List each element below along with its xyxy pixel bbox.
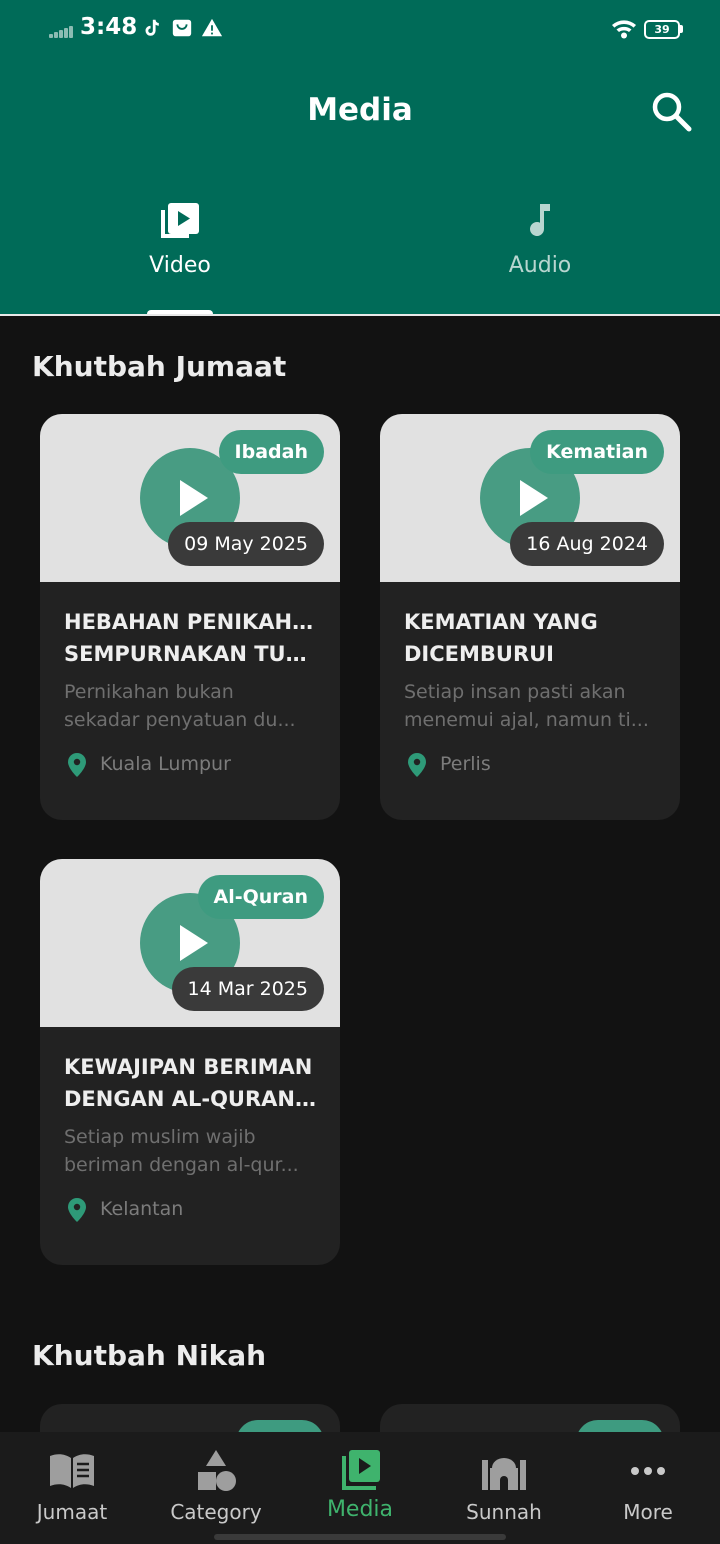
- tab-audio-label: Audio: [508, 253, 572, 278]
- media-card[interactable]: Ibadah 09 May 2025 HEBAHAN PENIKAHAN SEM…: [40, 414, 340, 820]
- card-description: Setiap insan pasti akan menemui ajal, na…: [404, 681, 649, 731]
- location-pin-icon: [408, 753, 426, 777]
- tiktok-icon: [145, 19, 159, 36]
- nav-label: More: [623, 1500, 673, 1524]
- status-time: 3:48: [80, 14, 138, 40]
- date-badge: 16 Aug 2024: [510, 522, 664, 566]
- nav-label: Media: [326, 1497, 394, 1522]
- category-badge: Ibadah: [218, 430, 324, 474]
- bottom-navigation: Jumaat Category Media Sunnah More: [0, 1432, 720, 1544]
- video-thumbnail[interactable]: Ibadah 09 May 2025: [40, 414, 340, 582]
- video-thumbnail[interactable]: Al-Quran 14 Mar 2025: [40, 859, 340, 1027]
- shop-icon: [172, 19, 192, 37]
- status-bar: 3:48 39: [0, 0, 720, 58]
- header-divider: [0, 314, 720, 316]
- nav-item-jumaat[interactable]: Jumaat: [0, 1432, 144, 1544]
- card-title: KEWAJIPAN BERIMAN DENGAN AL-QURAN ...: [64, 1055, 316, 1111]
- mosque-icon: [482, 1458, 526, 1490]
- home-indicator[interactable]: [214, 1534, 506, 1540]
- category-badge: Kematian: [530, 430, 664, 474]
- card-title: HEBAHAN PENIKAHAN SEMPURNAKAN TUNT...: [64, 610, 316, 666]
- video-thumbnail[interactable]: Kematian 16 Aug 2024: [380, 414, 680, 582]
- date-badge: 09 May 2025: [168, 522, 324, 566]
- location-text: Perlis: [440, 753, 491, 775]
- book-icon: [50, 1454, 94, 1488]
- video-library-icon: [342, 1450, 380, 1490]
- tab-audio[interactable]: Audio: [360, 190, 720, 316]
- nav-label: Category: [170, 1500, 262, 1524]
- location-text: Kuala Lumpur: [100, 753, 231, 775]
- date-badge: 14 Mar 2025: [171, 967, 324, 1011]
- location-text: Kelantan: [100, 1198, 184, 1220]
- battery-cap: [680, 25, 683, 33]
- nav-item-more[interactable]: More: [576, 1432, 720, 1544]
- alert-icon: [201, 18, 223, 37]
- location-pin-icon: [68, 753, 86, 777]
- tab-video[interactable]: Video: [0, 190, 360, 316]
- location-pin-icon: [68, 1198, 86, 1222]
- category-badge: Al-Quran: [197, 875, 324, 919]
- video-library-icon: [161, 203, 199, 238]
- wifi-icon: [612, 20, 636, 39]
- battery-icon: 39: [644, 20, 680, 39]
- nav-label: Jumaat: [36, 1500, 108, 1524]
- shapes-icon: [198, 1450, 236, 1491]
- app-header: 3:48 39 Media Video Audio: [0, 0, 720, 316]
- card-description: Setiap muslim wajib beriman dengan al-qu…: [64, 1126, 299, 1176]
- page-title: Media: [307, 92, 413, 128]
- card-description: Pernikahan bukan sekadar penyatuan du...: [64, 681, 296, 731]
- music-note-icon: [530, 204, 550, 237]
- media-card[interactable]: Kematian 16 Aug 2024 KEMATIAN YANG DICEM…: [380, 414, 680, 820]
- nav-item-media[interactable]: Media: [288, 1432, 432, 1544]
- card-title: KEMATIAN YANG DICEMBURUI: [404, 610, 598, 666]
- section-title-khutbah-jumaat: Khutbah Jumaat: [32, 350, 287, 383]
- media-screen: 3:48 39 Media Video Audio Khutbah Jumaat…: [0, 0, 720, 1544]
- tab-video-label: Video: [149, 253, 211, 278]
- search-icon[interactable]: [648, 88, 694, 134]
- more-dots-icon: [631, 1467, 665, 1475]
- signal-icon: [49, 26, 73, 38]
- nav-item-category[interactable]: Category: [144, 1432, 288, 1544]
- nav-label: Sunnah: [466, 1500, 542, 1524]
- section-title-khutbah-nikah: Khutbah Nikah: [32, 1339, 267, 1372]
- media-card[interactable]: Al-Quran 14 Mar 2025 KEWAJIPAN BERIMAN D…: [40, 859, 340, 1265]
- nav-item-sunnah[interactable]: Sunnah: [432, 1432, 576, 1544]
